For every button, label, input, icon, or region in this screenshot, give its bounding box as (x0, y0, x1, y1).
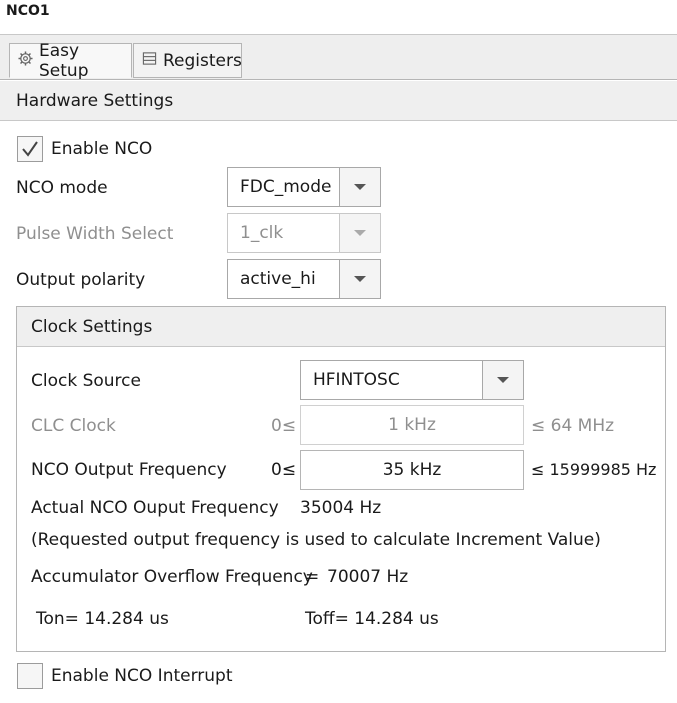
tab-easy-setup[interactable]: Easy Setup (9, 40, 132, 81)
increment-note: (Requested output frequency is used to c… (31, 530, 601, 550)
pulse-width-select: 1_clk (227, 213, 381, 253)
nco-mode-select[interactable]: FDC_mode (227, 167, 381, 207)
output-frequency-value: 35 kHz (382, 460, 442, 480)
nco-mode-label: NCO mode (16, 178, 108, 198)
clc-clock-label: CLC Clock (31, 416, 116, 436)
tab-registers[interactable]: Registers (133, 43, 242, 78)
enable-interrupt-label: Enable NCO Interrupt (51, 666, 233, 686)
clc-clock-field: 1 kHz (300, 405, 524, 445)
output-polarity-label: Output polarity (16, 270, 146, 290)
clock-settings-title: Clock Settings (31, 316, 153, 337)
output-polarity-value: active_hi (240, 269, 316, 289)
toff-value: Toff= 14.284 us (305, 609, 439, 629)
overflow-frequency-equals: = (305, 567, 320, 587)
pulse-width-label: Pulse Width Select (16, 224, 174, 244)
window-title: NCO1 (6, 3, 50, 19)
clock-source-select[interactable]: HFINTOSC (300, 360, 524, 400)
enable-nco-checkbox[interactable] (17, 136, 43, 162)
list-icon (142, 51, 157, 71)
tab-label: Registers (163, 50, 242, 71)
checkmark-icon (22, 141, 38, 157)
overflow-frequency-value: 70007 Hz (327, 567, 409, 587)
clc-clock-min: 0≤ (271, 416, 297, 436)
enable-nco-label: Enable NCO (51, 139, 153, 159)
actual-frequency-value: 35004 Hz (300, 498, 382, 518)
output-polarity-select[interactable]: active_hi (227, 259, 381, 299)
actual-frequency-label: Actual NCO Ouput Frequency (31, 498, 279, 518)
clock-settings-header: Clock Settings (17, 307, 665, 347)
output-frequency-min: 0≤ (271, 460, 297, 480)
enable-interrupt-checkbox[interactable] (17, 663, 43, 689)
pulse-width-value: 1_clk (240, 223, 284, 243)
chevron-down-icon[interactable] (339, 260, 380, 298)
clock-source-value: HFINTOSC (313, 370, 400, 390)
clc-clock-value: 1 kHz (388, 415, 436, 435)
clock-source-label: Clock Source (31, 371, 141, 391)
output-frequency-label: NCO Output Frequency (31, 460, 227, 480)
clc-clock-max: ≤ 64 MHz (531, 416, 615, 436)
output-frequency-max: ≤ 15999985 Hz (531, 460, 657, 479)
nco-mode-value: FDC_mode (240, 177, 332, 197)
gear-icon (18, 50, 33, 71)
ton-value: Ton= 14.284 us (36, 609, 169, 629)
chevron-down-icon (339, 214, 380, 252)
overflow-frequency-label: Accumulator Overflow Frequency (31, 567, 313, 587)
chevron-down-icon[interactable] (339, 168, 380, 206)
hardware-settings-title: Hardware Settings (16, 90, 174, 111)
hardware-settings-header: Hardware Settings (0, 81, 677, 121)
tab-label: Easy Setup (39, 40, 89, 81)
chevron-down-icon[interactable] (482, 361, 523, 399)
output-frequency-input[interactable]: 35 kHz (300, 450, 524, 490)
